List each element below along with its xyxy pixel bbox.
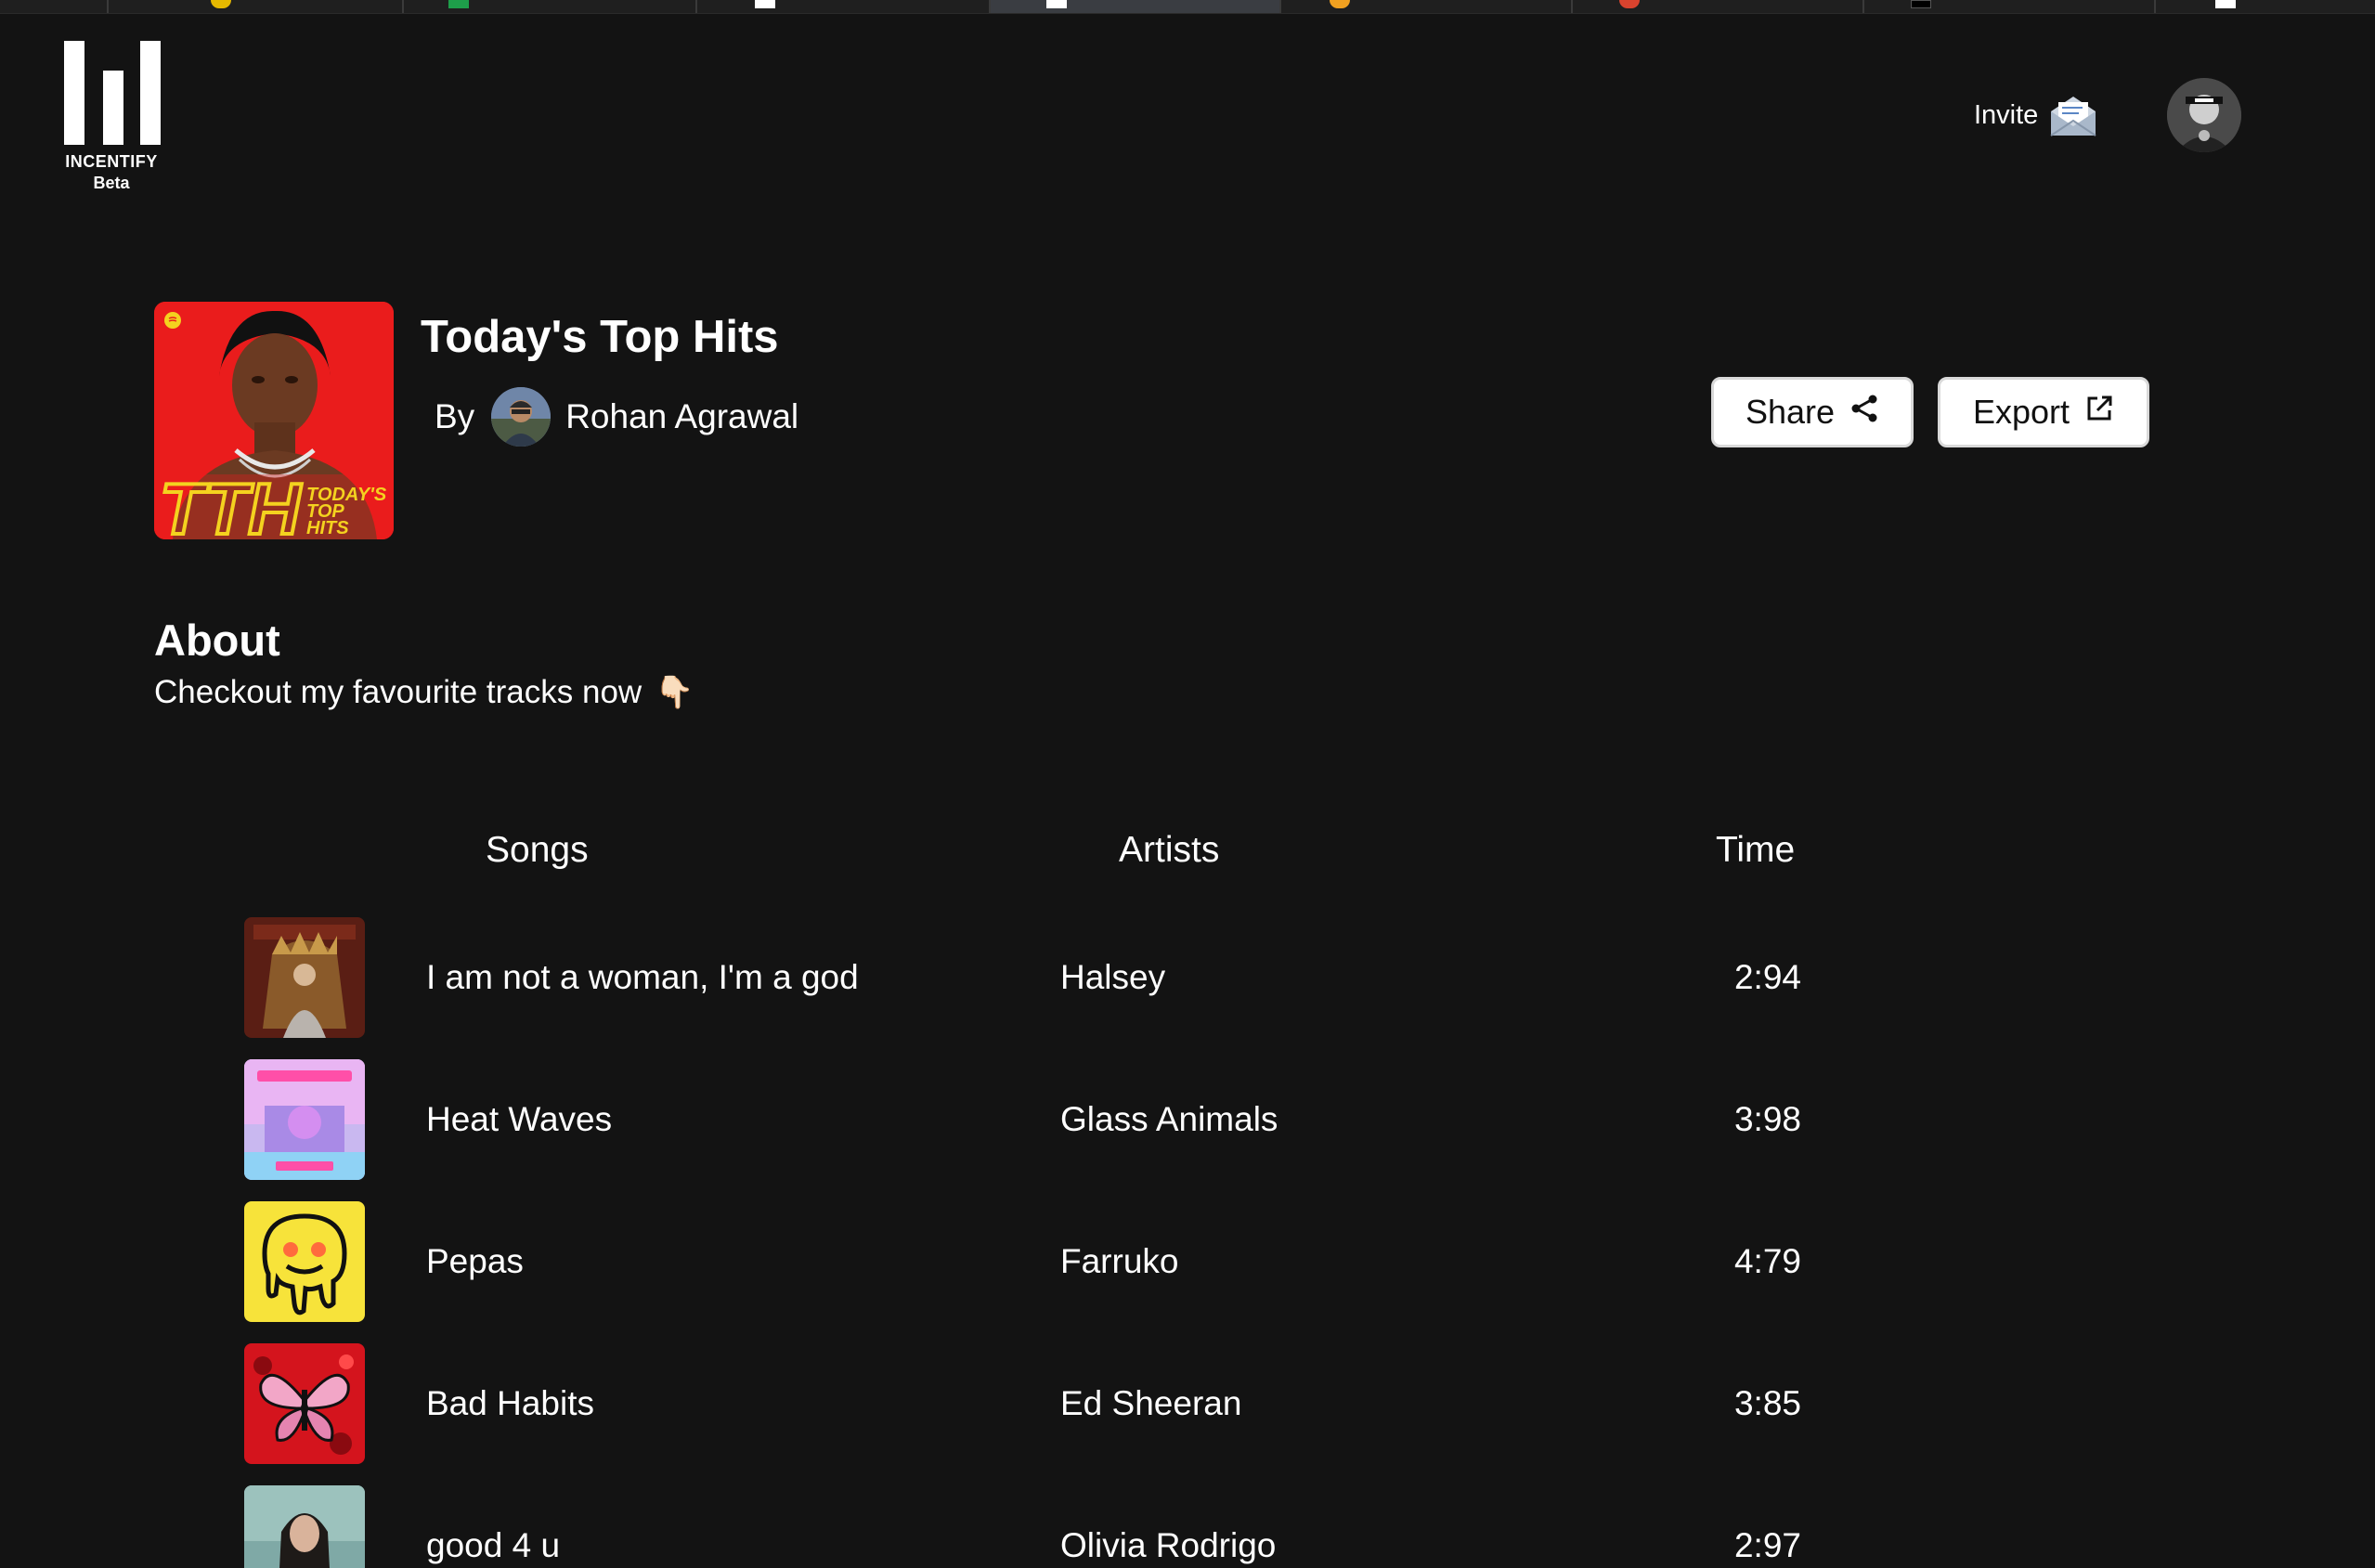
browser-tab[interactable] [1862, 0, 2154, 13]
tab-favicon-icon [755, 0, 775, 8]
song-title[interactable]: good 4 u [426, 1485, 560, 1568]
share-button[interactable]: Share [1711, 377, 1914, 447]
export-label: Export [1972, 393, 2070, 431]
column-header-artists[interactable]: Artists [1119, 830, 1219, 871]
table-row[interactable]: Pepas Farruko 4:79 [244, 1201, 1823, 1322]
track-duration: 4:79 [1733, 1242, 1801, 1280]
playlist-byline: By Rohan Agrawal [435, 386, 798, 447]
share-label: Share [1745, 393, 1836, 431]
album-art-portrait-cover [244, 1485, 365, 1568]
album-art-butterfly-cover [244, 1343, 365, 1464]
artist-name[interactable]: Farruko [1060, 1201, 1178, 1322]
song-title[interactable]: Bad Habits [426, 1343, 594, 1464]
browser-tab[interactable] [402, 0, 695, 13]
album-art-melting-smiley-cover [244, 1201, 365, 1322]
browser-tab[interactable] [1571, 0, 1862, 13]
artist-name[interactable]: Glass Animals [1060, 1059, 1278, 1180]
artist-name[interactable]: Halsey [1060, 917, 1165, 1038]
about-text: Checkout my favourite tracks now [154, 674, 642, 710]
browser-tab-active[interactable] [989, 0, 1279, 13]
about-heading: About [154, 616, 280, 665]
share-icon [1849, 393, 1879, 432]
song-title[interactable]: I am not a woman, I'm a god [426, 917, 859, 1038]
artist-name[interactable]: Olivia Rodrigo [1060, 1485, 1276, 1568]
track-duration: 3:98 [1733, 1100, 1801, 1138]
author-avatar[interactable] [491, 387, 552, 447]
brand-name: INCENTIFY [65, 152, 158, 171]
svg-text:HITS: HITS [306, 518, 349, 538]
about-description: Checkout my favourite tracks now 👇🏻 [154, 674, 694, 711]
logo-bars-icon [62, 41, 161, 145]
track-duration: 2:94 [1733, 958, 1801, 996]
table-row[interactable]: good 4 u Olivia Rodrigo 2:97 [244, 1485, 1823, 1568]
tab-favicon-icon [448, 0, 469, 8]
invite-label: Invite [1974, 99, 2039, 130]
browser-tab[interactable] [107, 0, 402, 13]
tab-favicon-icon [1330, 0, 1350, 8]
app-page: INCENTIFY Beta Invite TTH TODAY'S TOP HI… [0, 0, 2375, 1568]
user-avatar[interactable] [2167, 78, 2241, 152]
column-header-time[interactable]: Time [1716, 830, 1795, 871]
by-label: By [435, 397, 475, 435]
album-art-dreamland-cover [244, 1059, 365, 1180]
track-duration: 3:85 [1733, 1384, 1801, 1422]
author-name[interactable]: Rohan Agrawal [565, 397, 798, 436]
export-button[interactable]: Export [1938, 377, 2149, 447]
track-duration: 2:97 [1733, 1526, 1801, 1564]
browser-tab-strip [0, 0, 2375, 14]
tab-favicon-icon [1619, 0, 1640, 8]
artist-name[interactable]: Ed Sheeran [1060, 1343, 1241, 1464]
playlist-cover-image: TTH TODAY'S TOP HITS [154, 302, 394, 539]
pointing-down-emoji-icon: 👇🏻 [655, 674, 694, 711]
invite-button[interactable]: Invite [1974, 89, 2097, 141]
column-header-songs[interactable]: Songs [486, 830, 589, 871]
tab-favicon-icon [211, 0, 231, 8]
table-row[interactable]: I am not a woman, I'm a god Halsey 2:94 [244, 917, 1823, 1038]
browser-tab[interactable] [2154, 0, 2375, 13]
song-title[interactable]: Heat Waves [426, 1059, 612, 1180]
browser-tab[interactable] [695, 0, 989, 13]
envelope-icon [2049, 93, 2097, 137]
playlist-title: Today's Top Hits [421, 312, 779, 362]
browser-tab[interactable] [1279, 0, 1571, 13]
table-row[interactable]: Heat Waves Glass Animals 3:98 [244, 1059, 1823, 1180]
svg-text:TTH: TTH [160, 468, 302, 539]
table-row[interactable]: Bad Habits Ed Sheeran 3:85 [244, 1343, 1823, 1464]
song-title[interactable]: Pepas [426, 1201, 524, 1322]
tab-favicon-icon [1911, 0, 1931, 8]
album-art-throne-cover [244, 917, 365, 1038]
tab-favicon-icon [1046, 0, 1067, 8]
incentify-logo[interactable]: INCENTIFY Beta [62, 41, 161, 193]
external-link-icon [2084, 393, 2114, 432]
beta-label: Beta [93, 174, 130, 192]
tab-favicon-icon [2215, 0, 2236, 8]
